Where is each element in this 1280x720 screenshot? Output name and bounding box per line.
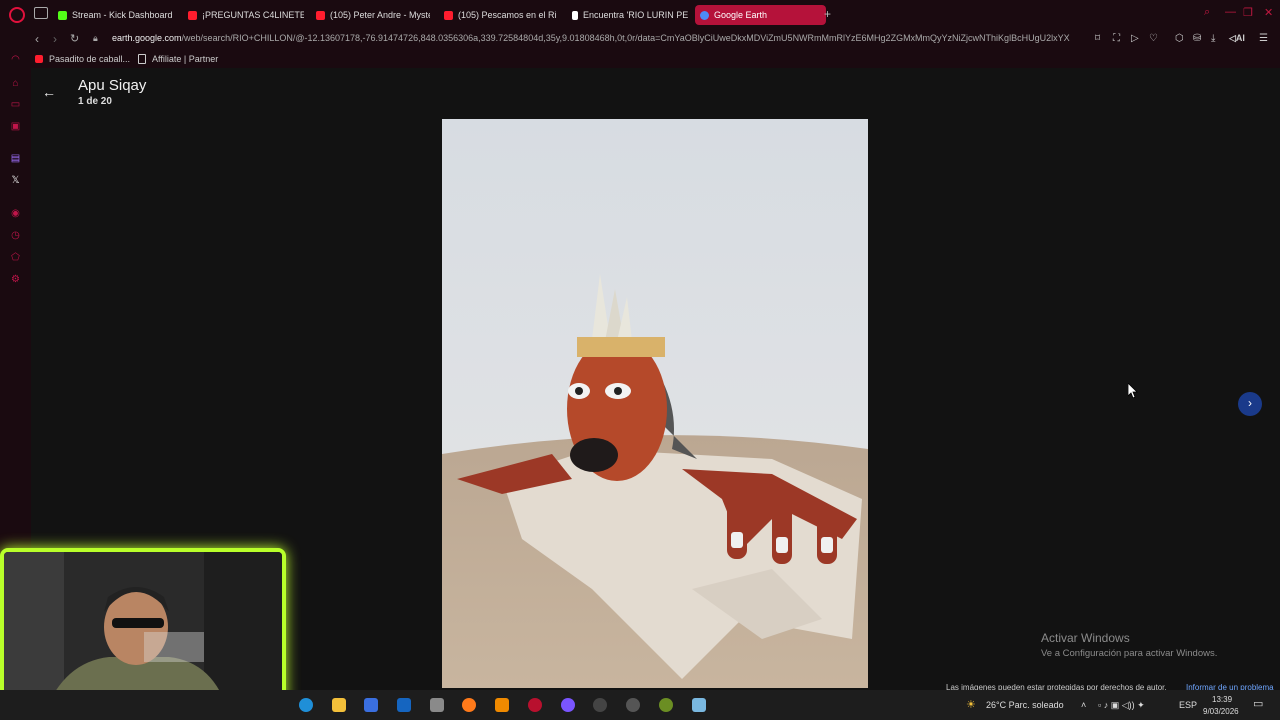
tab-bar: Stream - Kick Dashboard ¡PREGUNTAS C4LIN… xyxy=(0,0,1280,29)
statue-photo xyxy=(442,119,868,688)
back-arrow-icon[interactable]: ← xyxy=(42,84,56,100)
menu-icon[interactable]: ☰ xyxy=(1259,33,1268,44)
youtube-icon xyxy=(188,10,197,20)
tab-google-earth[interactable]: Google Earth xyxy=(695,5,826,25)
tab-kick-dashboard[interactable]: Stream - Kick Dashboard xyxy=(58,5,186,25)
edge-icon[interactable] xyxy=(299,698,313,712)
sidebar-news-icon[interactable]: ▣ xyxy=(10,121,21,132)
media-player-icon[interactable] xyxy=(626,698,640,712)
tab-label: (105) Pescamos en el Rio xyxy=(458,10,556,20)
tab-encuentra[interactable]: Encuentra 'RIO LURIN PEC xyxy=(572,5,688,25)
bookmark-affiliate[interactable]: Affiliate | Partner xyxy=(138,54,218,64)
youtube-icon xyxy=(444,10,453,20)
tab-preguntas[interactable]: ¡PREGUNTAS C4LINETES - xyxy=(188,5,304,25)
tab-label: (105) Peter Andre - Myste xyxy=(330,10,430,20)
mouse-cursor-icon xyxy=(1128,383,1138,398)
tray-icons[interactable]: ▫ ♪ ▣ ◁)) ✦ xyxy=(1098,700,1145,711)
tab-peter-andre[interactable]: (105) Peter Andre - Myste xyxy=(316,5,430,25)
obs-icon[interactable] xyxy=(593,698,607,712)
sidebar-extensions-icon[interactable]: ⬠ xyxy=(10,252,21,263)
weather-text[interactable]: 26°C Parc. soleado xyxy=(986,700,1064,710)
language-indicator[interactable]: ESP xyxy=(1179,700,1197,710)
maximize-icon[interactable]: ❐ xyxy=(1243,6,1253,19)
bookmark-pasadito[interactable]: Pasadito de caball... xyxy=(35,54,130,64)
lock-icon: 🔒︎ xyxy=(93,33,98,43)
bookmark-label: Affiliate | Partner xyxy=(152,54,219,64)
notification-icon[interactable]: ▭ xyxy=(1253,697,1263,710)
back-icon[interactable]: ‹ xyxy=(35,32,39,46)
extensions-icon[interactable]: ⬡ xyxy=(1175,33,1184,44)
tab-label: Encuentra 'RIO LURIN PEC xyxy=(583,10,688,20)
new-tab-button[interactable]: + xyxy=(824,7,831,21)
activate-windows-subtitle: Ve a Configuración para activar Windows. xyxy=(1041,648,1218,659)
tab-pescamos[interactable]: (105) Pescamos en el Rio xyxy=(444,5,556,25)
kick-icon xyxy=(58,10,67,20)
vlc-icon[interactable] xyxy=(495,698,509,712)
youtube-icon xyxy=(35,55,43,63)
opera-logo-icon[interactable] xyxy=(9,7,25,23)
sidebar-shop-icon[interactable]: ⌂ xyxy=(10,78,21,89)
app-icon[interactable] xyxy=(430,698,444,712)
page-icon xyxy=(138,54,146,64)
minimize-icon[interactable]: — xyxy=(1225,6,1236,18)
file-explorer-icon[interactable] xyxy=(332,698,346,712)
tab-label: ¡PREGUNTAS C4LINETES - xyxy=(202,10,304,20)
forward-icon[interactable]: › xyxy=(53,32,57,46)
download-icon[interactable]: ⤓ xyxy=(1211,33,1215,44)
tab-label: Stream - Kick Dashboard xyxy=(72,10,173,20)
sidebar-x-icon[interactable]: 𝕏 xyxy=(10,175,21,186)
weather-icon[interactable]: ☀ xyxy=(966,698,976,711)
opera-icon[interactable] xyxy=(528,698,542,712)
snapshot-icon[interactable]: ⛶ xyxy=(1113,33,1120,44)
discord-icon[interactable] xyxy=(561,698,575,712)
tab-menu-icon[interactable] xyxy=(34,7,48,19)
page-title: Apu Siqay xyxy=(78,77,147,94)
youtube-icon xyxy=(316,10,325,20)
store-icon[interactable] xyxy=(364,698,378,712)
heart-icon[interactable]: ♡ xyxy=(1149,33,1158,44)
address-bar: ‹ › ↻ 🔒︎ earth.google.com/web/search/RIO… xyxy=(0,29,1280,50)
bookmark-icon[interactable]: ⌑ xyxy=(1095,33,1100,44)
tab-label: Google Earth xyxy=(714,10,768,20)
send-icon[interactable]: ▷ xyxy=(1131,33,1139,44)
wallet-icon[interactable]: ⛁ xyxy=(1193,33,1201,44)
google-earth-icon xyxy=(700,10,709,20)
reload-icon[interactable]: ↻ xyxy=(70,32,79,45)
chevron-up-icon[interactable]: ˄ xyxy=(1081,700,1086,710)
bookmark-bar: Pasadito de caball... Affiliate | Partne… xyxy=(0,50,1280,68)
activate-windows-title: Activar Windows xyxy=(1041,631,1130,645)
url-path: /web/search/RIO+CHILLON/@-12.13607178,-7… xyxy=(181,33,1070,43)
sidebar-player-icon[interactable]: ◉ xyxy=(10,208,21,219)
outlook-icon[interactable] xyxy=(397,698,411,712)
url-field[interactable]: earth.google.com/web/search/RIO+CHILLON/… xyxy=(112,33,1090,43)
sidebar-settings-icon[interactable]: ⚙ xyxy=(10,274,21,285)
notepad-icon[interactable] xyxy=(692,698,706,712)
url-domain: earth.google.com xyxy=(112,33,182,43)
search-icon[interactable]: ⌕ xyxy=(1204,6,1210,19)
app-icon[interactable] xyxy=(659,698,673,712)
aria-ai-icon[interactable]: ◁AI xyxy=(1229,33,1245,44)
next-photo-button[interactable]: › xyxy=(1238,392,1262,416)
clock-date[interactable]: 9/03/2026 xyxy=(1203,707,1239,716)
windows-taskbar: ☀ 26°C Parc. soleado ˄ ▫ ♪ ▣ ◁)) ✦ ESP 1… xyxy=(0,690,1280,720)
close-icon[interactable]: ✕ xyxy=(1264,6,1273,19)
sidebar-home-icon[interactable]: ◠ xyxy=(10,54,21,65)
firefox-icon[interactable] xyxy=(462,698,476,712)
bookmark-label: Pasadito de caball... xyxy=(49,54,131,64)
clock-time[interactable]: 13:39 xyxy=(1212,695,1232,704)
sidebar-twitch-icon[interactable]: ▤ xyxy=(10,153,21,164)
photo-counter: 1 de 20 xyxy=(78,96,112,107)
sidebar-messenger-icon[interactable]: ▭ xyxy=(10,99,21,110)
photo-image xyxy=(442,119,868,688)
tiktok-icon xyxy=(572,10,578,20)
sidebar-history-icon[interactable]: ◷ xyxy=(10,230,21,241)
